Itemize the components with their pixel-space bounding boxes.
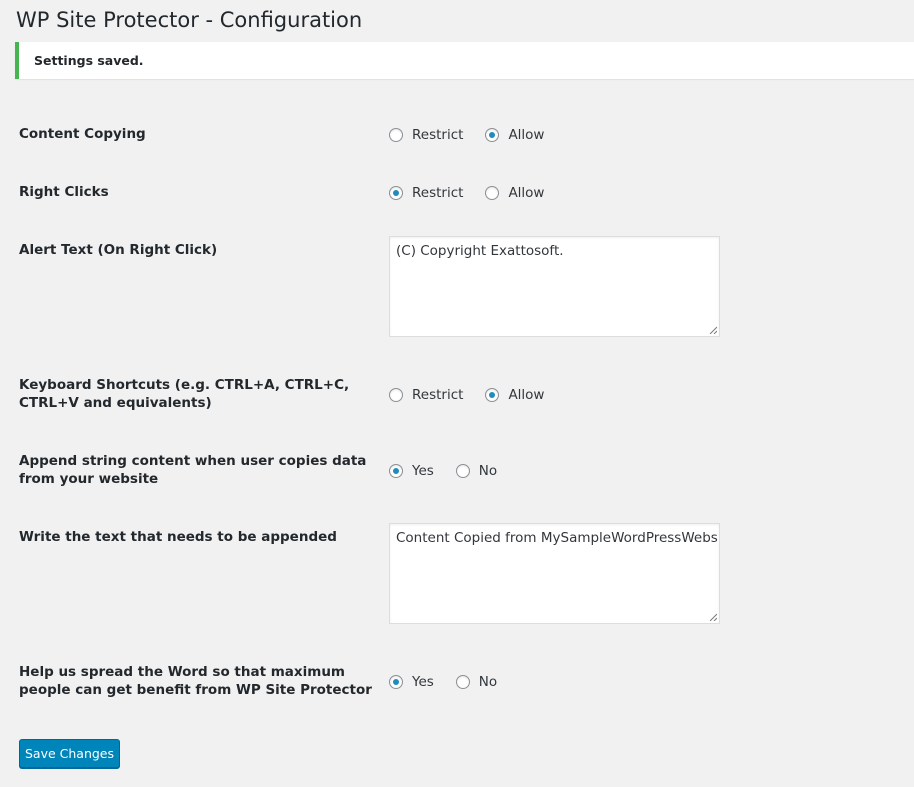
radio-button[interactable] <box>389 675 403 689</box>
page-title: WP Site Protector - Configuration <box>16 8 363 32</box>
setting-label: Append string content when user copies d… <box>19 453 367 487</box>
content-copying-radio-group: Restrict Allow <box>389 126 566 144</box>
setting-label: Help us spread the Word so that maximum … <box>19 664 372 698</box>
resize-grip-icon[interactable] <box>709 613 717 621</box>
keyboard-shortcuts-allow-option[interactable]: Allow <box>485 386 544 404</box>
textarea-value: (C) Copyright Exattosoft. <box>396 243 564 259</box>
spread-word-radio-group: Yes No <box>389 673 519 691</box>
textarea-value: Content Copied from MySampleWordPressWeb… <box>396 530 720 546</box>
append-string-no-option[interactable]: No <box>455 462 498 480</box>
right-clicks-radio-group: Restrict Allow <box>389 184 566 202</box>
save-changes-button[interactable]: Save Changes <box>19 739 120 768</box>
keyboard-shortcuts-restrict-option[interactable]: Restrict <box>389 386 463 404</box>
right-clicks-allow-option[interactable]: Allow <box>485 184 544 202</box>
radio-label: Restrict <box>412 387 464 403</box>
setting-label: Alert Text (On Right Click) <box>19 242 218 258</box>
settings-saved-notice: Settings saved. <box>15 42 914 79</box>
radio-label: Allow <box>508 127 545 143</box>
setting-label: Write the text that needs to be appended <box>19 529 337 545</box>
radio-button[interactable] <box>485 388 500 402</box>
radio-button[interactable] <box>389 186 403 200</box>
radio-button[interactable] <box>389 464 403 478</box>
radio-label: Restrict <box>412 127 464 143</box>
radio-label: Allow <box>508 185 545 201</box>
spread-word-no-option[interactable]: No <box>455 673 498 691</box>
setting-label: Keyboard Shortcuts (e.g. CTRL+A, CTRL+C,… <box>19 377 350 411</box>
keyboard-shortcuts-radio-group: Restrict Allow <box>389 386 566 404</box>
resize-grip-icon[interactable] <box>709 326 717 334</box>
alert-text-textarea[interactable]: (C) Copyright Exattosoft. <box>389 236 720 337</box>
radio-button[interactable] <box>455 464 470 478</box>
radio-label: Yes <box>412 463 434 479</box>
right-clicks-restrict-option[interactable]: Restrict <box>389 184 463 202</box>
setting-label: Right Clicks <box>19 184 109 200</box>
radio-button[interactable] <box>485 128 500 142</box>
radio-label: Yes <box>412 674 434 690</box>
radio-label: Restrict <box>412 185 464 201</box>
radio-label: No <box>478 674 498 690</box>
radio-button[interactable] <box>485 186 500 200</box>
content-copying-restrict-option[interactable]: Restrict <box>389 126 463 144</box>
append-string-radio-group: Yes No <box>389 462 519 480</box>
radio-button[interactable] <box>455 675 470 689</box>
spread-word-yes-option[interactable]: Yes <box>389 673 434 691</box>
radio-label: No <box>478 463 498 479</box>
notice-text: Settings saved. <box>34 53 144 68</box>
setting-label: Content Copying <box>19 126 146 142</box>
append-text-textarea[interactable]: Content Copied from MySampleWordPressWeb… <box>389 523 720 624</box>
radio-label: Allow <box>508 387 545 403</box>
append-string-yes-option[interactable]: Yes <box>389 462 434 480</box>
radio-button[interactable] <box>389 128 403 142</box>
radio-button[interactable] <box>389 388 403 402</box>
content-copying-allow-option[interactable]: Allow <box>485 126 544 144</box>
